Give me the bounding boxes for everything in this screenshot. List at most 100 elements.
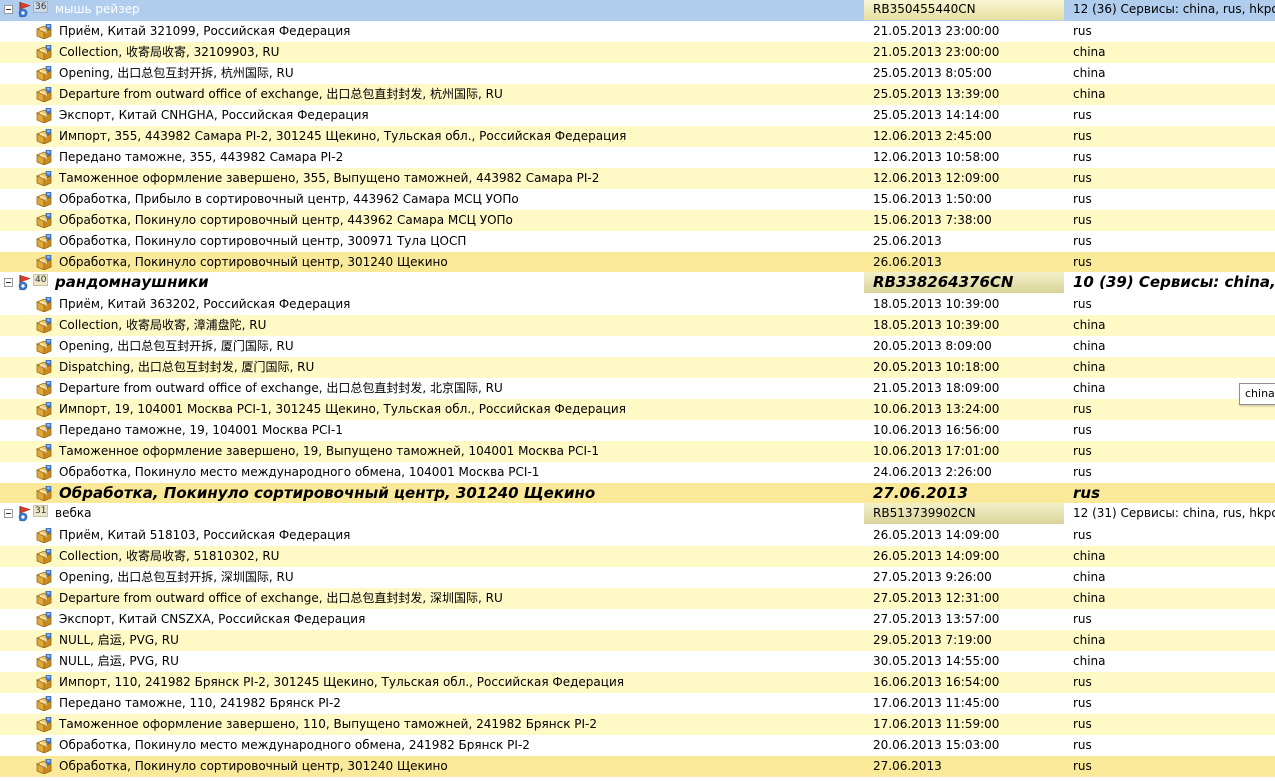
package-icon <box>36 360 52 375</box>
event-date: 27.06.2013 <box>873 484 968 502</box>
tracking-event-row[interactable]: Таможенное оформление завершено, 355, Вы… <box>0 168 1275 189</box>
days-badge: 31 <box>33 505 49 517</box>
event-service: china <box>1073 360 1106 374</box>
tracking-event-row[interactable]: Departure from outward office of exchang… <box>0 84 1275 105</box>
tracking-event-row[interactable]: Обработка, Покинуло сортировочный центр,… <box>0 210 1275 231</box>
tracking-event-row[interactable]: Передано таможне, 355, 443982 Самара PI-… <box>0 147 1275 168</box>
tracking-event-row[interactable]: Передано таможне, 19, 104001 Москва PCI-… <box>0 420 1275 441</box>
tracking-event-row[interactable]: Collection, 收寄局收寄, 漳浦盘陀, RU 18.05.2013 10… <box>0 315 1275 336</box>
tracking-event-row[interactable]: NULL, 启运, PVG, RU 30.05.2013 14:55:00 chin… <box>0 651 1275 672</box>
event-description: Экспорт, Китай CNHGHA, Российская Федера… <box>59 108 369 122</box>
tracking-event-row[interactable]: Передано таможне, 110, 241982 Брянск PI-… <box>0 693 1275 714</box>
event-date: 10.06.2013 13:24:00 <box>873 402 1000 416</box>
parcel-summary: 10 (39) Сервисы: china, rus <box>1073 273 1275 291</box>
group-header-row[interactable]: 31 вебка RB513739902CN 12 (31) Сервисы: chi… <box>0 503 1275 525</box>
event-date: 12.06.2013 2:45:00 <box>873 129 992 143</box>
event-date: 27.05.2013 9:26:00 <box>873 570 992 584</box>
event-date: 21.05.2013 18:09:00 <box>873 381 1000 395</box>
package-icon <box>36 717 52 732</box>
event-service: china <box>1073 339 1106 353</box>
tracking-event-row[interactable]: Departure from outward office of exchang… <box>0 378 1275 399</box>
event-description: Таможенное оформление завершено, 110, Вы… <box>59 717 598 731</box>
package-icon <box>36 108 52 123</box>
parcel-tracking-tree: 36 мышь рейзер RB350455440CN 12 (36) Сервис… <box>0 0 1275 781</box>
tracking-event-row[interactable]: Импорт, 19, 104001 Москва PCI-1, 301245 … <box>0 399 1275 420</box>
tracking-event-row[interactable]: NULL, 启运, PVG, RU 29.05.2013 7:19:00 china <box>0 630 1275 651</box>
package-icon <box>36 402 52 417</box>
package-icon <box>36 129 52 144</box>
event-service: rus <box>1073 150 1092 164</box>
event-date: 26.05.2013 14:09:00 <box>873 549 1000 563</box>
parcel-name: рандомнаушники <box>55 273 209 291</box>
collapse-toggle[interactable] <box>4 5 13 14</box>
event-date: 27.05.2013 12:31:00 <box>873 591 1000 605</box>
tracking-event-row[interactable]: Opening, 出口总包互封开拆, 厦门国际, RU 20.05.2013 8:… <box>0 336 1275 357</box>
tracking-event-row[interactable]: Экспорт, Китай CNHGHA, Российская Федера… <box>0 105 1275 126</box>
tracking-event-row[interactable]: Обработка, Покинуло сортировочный центр,… <box>0 231 1275 252</box>
event-service: china <box>1073 633 1106 647</box>
event-description: Импорт, 110, 241982 Брянск PI-2, 301245 … <box>59 675 624 689</box>
tracking-event-row[interactable]: Departure from outward office of exchang… <box>0 588 1275 609</box>
event-description: Обработка, Покинуло сортировочный центр,… <box>59 213 513 227</box>
tracking-event-row[interactable]: Приём, Китай 321099, Российская Федераци… <box>0 21 1275 42</box>
package-icon <box>36 66 52 81</box>
event-description: Импорт, 355, 443982 Самара PI-2, 301245 … <box>59 129 627 143</box>
event-date: 25.06.2013 <box>873 234 942 248</box>
tracking-event-row[interactable]: Обработка, Покинуло место международного… <box>0 462 1275 483</box>
tracking-event-row[interactable]: Экспорт, Китай CNSZXA, Российская Федера… <box>0 609 1275 630</box>
group-header-row[interactable]: 40 рандомнаушники RB338264376CN 10 (39) Сер… <box>0 272 1275 294</box>
event-service: rus <box>1073 234 1092 248</box>
tracking-event-row[interactable]: Импорт, 355, 443982 Самара PI-2, 301245 … <box>0 126 1275 147</box>
tracking-event-row[interactable]: Импорт, 110, 241982 Брянск PI-2, 301245 … <box>0 672 1275 693</box>
event-description: Opening, 出口总包互封开拆, 厦门国际, RU <box>59 339 294 353</box>
event-service: china <box>1073 570 1106 584</box>
event-description: Departure from outward office of exchang… <box>59 381 503 395</box>
event-service: rus <box>1073 738 1092 752</box>
package-icon <box>36 759 52 774</box>
package-icon <box>36 318 52 333</box>
tracking-event-row[interactable]: Collection, 收寄局收寄, 51810302, RU 26.05.201… <box>0 546 1275 567</box>
tracking-event-row[interactable]: Таможенное оформление завершено, 110, Вы… <box>0 714 1275 735</box>
tracking-event-row[interactable]: Dispatching, 出口总包互封封发, 厦门国际, RU 20.05.201… <box>0 357 1275 378</box>
event-date: 20.05.2013 8:09:00 <box>873 339 992 353</box>
event-service: china <box>1073 318 1106 332</box>
collapse-toggle[interactable] <box>4 278 13 287</box>
package-icon <box>36 444 52 459</box>
tracking-event-row[interactable]: Обработка, Покинуло сортировочный центр,… <box>0 483 1275 504</box>
package-icon <box>36 297 52 312</box>
tracking-event-row[interactable]: Opening, 出口总包互封开拆, 深圳国际, RU 27.05.2013 9:… <box>0 567 1275 588</box>
tracking-event-row[interactable]: Обработка, Покинуло сортировочный центр,… <box>0 756 1275 777</box>
event-description: Таможенное оформление завершено, 19, Вып… <box>59 444 599 458</box>
tracking-event-row[interactable]: Приём, Китай 518103, Российская Федераци… <box>0 525 1275 546</box>
package-icon <box>36 528 52 543</box>
event-date: 20.06.2013 15:03:00 <box>873 738 1000 752</box>
event-date: 18.05.2013 10:39:00 <box>873 318 1000 332</box>
event-service: china <box>1073 45 1106 59</box>
group-header-row[interactable]: 36 мышь рейзер RB350455440CN 12 (36) Сервис… <box>0 0 1275 21</box>
package-icon <box>36 654 52 669</box>
event-service: china <box>1073 549 1106 563</box>
event-date: 15.06.2013 1:50:00 <box>873 192 992 206</box>
tracking-event-row[interactable]: Обработка, Покинуло место международного… <box>0 735 1275 756</box>
event-service: rus <box>1073 675 1092 689</box>
event-description: Collection, 收寄局收寄, 漳浦盘陀, RU <box>59 318 267 332</box>
tracking-event-row[interactable]: Приём, Китай 363202, Российская Федераци… <box>0 294 1275 315</box>
tracking-event-row[interactable]: Обработка, Покинуло сортировочный центр,… <box>0 252 1275 273</box>
event-service: rus <box>1073 696 1092 710</box>
event-description: Opening, 出口总包互封开拆, 杭州国际, RU <box>59 66 294 80</box>
event-service: rus <box>1073 24 1092 38</box>
tracking-event-row[interactable]: Таможенное оформление завершено, 19, Вып… <box>0 441 1275 462</box>
package-icon <box>36 465 52 480</box>
tooltip: china <box>1239 383 1275 405</box>
event-date: 21.05.2013 23:00:00 <box>873 45 1000 59</box>
package-icon <box>36 381 52 396</box>
package-icon <box>36 24 52 39</box>
package-icon <box>36 213 52 228</box>
event-date: 29.05.2013 7:19:00 <box>873 633 992 647</box>
event-description: Обработка, Покинуло сортировочный центр,… <box>59 234 467 248</box>
tracking-event-row[interactable]: Opening, 出口总包互封开拆, 杭州国际, RU 25.05.2013 8:… <box>0 63 1275 84</box>
tracking-event-row[interactable]: Collection, 收寄局收寄, 32109903, RU 21.05.201… <box>0 42 1275 63</box>
tracking-event-row[interactable]: Обработка, Прибыло в сортировочный центр… <box>0 189 1275 210</box>
event-date: 18.05.2013 10:39:00 <box>873 297 1000 311</box>
collapse-toggle[interactable] <box>4 509 13 518</box>
